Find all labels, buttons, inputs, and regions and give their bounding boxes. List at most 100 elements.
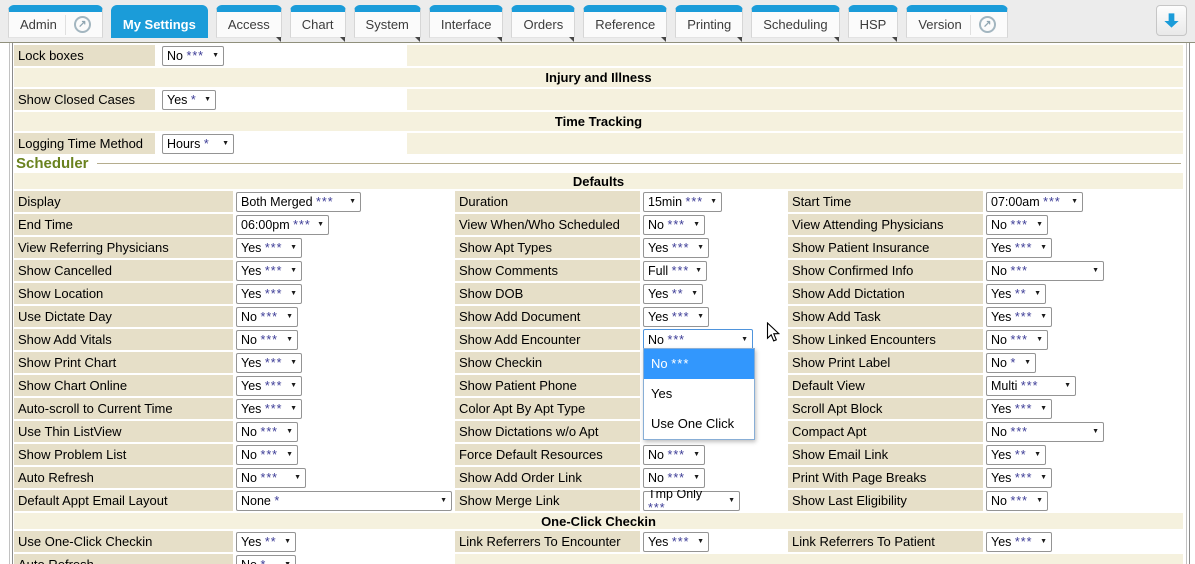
setting-label: Show Add Task [788,306,983,327]
setting-value-cell: Yes ***▼ [642,237,786,258]
auto-refresh-select[interactable]: No ***▼ [236,468,306,488]
select-value: Yes ** [991,448,1027,462]
tab-access[interactable]: Access [216,5,282,38]
end-time-select[interactable]: 06:00pm ***▼ [236,215,329,235]
show-problem-list-select[interactable]: No ***▼ [236,445,298,465]
tab-printing[interactable]: Printing [675,5,743,38]
tab-admin[interactable]: Admin↗ [8,5,103,38]
setting-value-cell: Yes ***▼ [985,467,1183,488]
force-default-resources-select[interactable]: No ***▼ [643,445,705,465]
tab-interface[interactable]: Interface [429,5,504,38]
setting-value-cell: Yes **▼ [642,283,786,304]
logging-time-method-select[interactable]: Hours *▼ [162,134,234,154]
show-add-dictation-select[interactable]: Yes **▼ [986,284,1046,304]
show-confirmed-info-select[interactable]: No ***▼ [986,261,1104,281]
setting-label: Show Location [14,283,233,304]
dropdown-arrow-icon: ▼ [695,267,702,274]
setting-row: Show Chart OnlineYes ***▼Show Patient Ph… [14,375,1183,396]
tab-system[interactable]: System [354,5,421,38]
select-value: 15min *** [648,195,703,209]
down-arrow-button[interactable] [1156,5,1187,36]
dropdown-option-yes[interactable]: Yes [644,379,754,409]
dropdown-arrow-icon: ▼ [741,336,748,343]
setting-label: Print With Page Breaks [788,467,983,488]
show-add-order-link-select[interactable]: No ***▼ [643,468,705,488]
scheduler-section-heading: Scheduler [14,156,1183,171]
override-asterisks: ** [672,287,684,301]
tab-reference[interactable]: Reference [583,5,667,38]
override-asterisks: *** [686,195,704,209]
show-add-encounter-select[interactable]: No ***▼ [643,329,753,350]
show-add-vitals-select[interactable]: No ***▼ [236,330,298,350]
link-referrers-to-encounter-select[interactable]: Yes ***▼ [643,532,709,552]
dropdown-option-use-one-click[interactable]: Use One Click [644,409,754,439]
select-value: No *** [241,471,278,485]
dropdown-arrow-icon: ▼ [1036,336,1043,343]
compact-apt-select[interactable]: No ***▼ [986,422,1104,442]
setting-value-cell: Yes ***▼ [985,306,1183,327]
duration-select[interactable]: 15min ***▼ [643,192,722,212]
setting-value-cell: No ***▼ [157,45,405,66]
setting-value-cell: 06:00pm ***▼ [235,214,453,235]
show-add-document-select[interactable]: Yes ***▼ [643,307,709,327]
show-dob-select[interactable]: Yes **▼ [643,284,703,304]
tab-version[interactable]: Version↗ [906,5,1007,38]
start-time-select[interactable]: 07:00am ***▼ [986,192,1083,212]
override-asterisks: *** [667,448,685,462]
setting-label: Show Comments [455,260,640,281]
open-new-window-icon[interactable]: ↗ [74,16,91,33]
show-comments-select[interactable]: Full ***▼ [643,261,707,281]
auto-scroll-to-current-time-select[interactable]: Yes ***▼ [236,399,302,419]
tab-scheduling[interactable]: Scheduling [751,5,839,38]
tab-label: Interface [441,17,492,32]
show-linked-encounters-select[interactable]: No ***▼ [986,330,1048,350]
setting-label: Show Patient Insurance [788,237,983,258]
select-value: Yes *** [241,241,282,255]
show-cancelled-select[interactable]: Yes ***▼ [236,261,302,281]
select-value: Tmp Only *** [648,490,723,511]
show-location-select[interactable]: Yes ***▼ [236,284,302,304]
auto-refresh-select[interactable]: No *▼ [236,555,296,564]
lock-boxes-select[interactable]: No ***▼ [162,46,224,66]
override-asterisks: *** [265,402,283,416]
select-value: No *** [167,49,204,63]
link-referrers-to-patient-select[interactable]: Yes ***▼ [986,532,1052,552]
default-view-select[interactable]: Multi ***▼ [986,376,1076,396]
show-patient-insurance-select[interactable]: Yes ***▼ [986,238,1052,258]
scheduler-defaults-table: DisplayBoth Merged ***▼Duration15min ***… [14,191,1183,511]
use-one-click-checkin-select[interactable]: Yes **▼ [236,532,296,552]
override-asterisks: *** [1015,310,1033,324]
setting-label: Use Thin ListView [14,421,233,442]
show-closed-cases-select[interactable]: Yes *▼ [162,90,216,110]
show-merge-link-select[interactable]: Tmp Only ***▼ [643,491,740,511]
setting-label: View Attending Physicians [788,214,983,235]
tab-orders[interactable]: Orders [511,5,575,38]
view-referring-physicians-select[interactable]: Yes ***▼ [236,238,302,258]
setting-label: Display [14,191,233,212]
override-asterisks: *** [1010,333,1028,347]
override-asterisks: *** [1015,471,1033,485]
scroll-apt-block-select[interactable]: Yes ***▼ [986,399,1052,419]
show-last-eligibility-select[interactable]: No ***▼ [986,491,1048,511]
show-print-label-select[interactable]: No *▼ [986,353,1036,373]
override-asterisks: * [1010,356,1016,370]
show-print-chart-select[interactable]: Yes ***▼ [236,353,302,373]
default-appt-email-layout-select[interactable]: None *▼ [236,491,452,511]
tab-my-settings[interactable]: My Settings [111,5,208,38]
print-with-page-breaks-select[interactable]: Yes ***▼ [986,468,1052,488]
show-chart-online-select[interactable]: Yes ***▼ [236,376,302,396]
use-thin-listview-select[interactable]: No ***▼ [236,422,298,442]
show-add-task-select[interactable]: Yes ***▼ [986,307,1052,327]
show-email-link-select[interactable]: Yes **▼ [986,445,1046,465]
dropdown-option-no[interactable]: No *** [644,349,754,379]
view-attending-physicians-select[interactable]: No ***▼ [986,215,1048,235]
open-new-window-icon[interactable]: ↗ [979,16,996,33]
view-when-who-scheduled-select[interactable]: No ***▼ [643,215,705,235]
tab-chart[interactable]: Chart [290,5,346,38]
setting-value-cell: No *▼ [985,352,1183,373]
show-apt-types-select[interactable]: Yes ***▼ [643,238,709,258]
use-dictate-day-select[interactable]: No ***▼ [236,307,298,327]
setting-label: Scroll Apt Block [788,398,983,419]
tab-hsp[interactable]: HSP [848,5,899,38]
display-select[interactable]: Both Merged ***▼ [236,192,361,212]
